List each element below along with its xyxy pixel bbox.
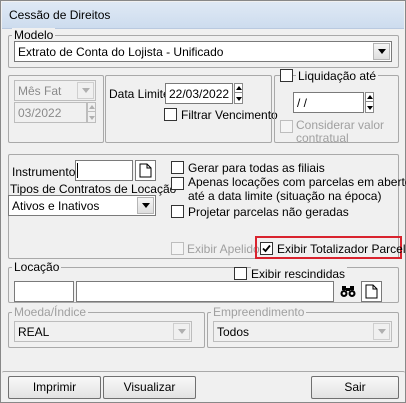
instrumento-label: Instrumento [12, 165, 76, 179]
considerar-valor-checkbox[interactable] [280, 120, 293, 133]
apenas-locacoes-label-1: Apenas locações com parcelas em aberto [188, 175, 406, 189]
dropdown-arrow-icon[interactable] [77, 82, 94, 99]
data-limite-label: Data Limite [109, 87, 170, 101]
imprimir-button[interactable]: Imprimir [8, 376, 101, 399]
periodo-tipo-select[interactable]: Mês Fat [14, 80, 96, 101]
projetar-parcelas-checkbox[interactable] [171, 205, 184, 218]
considerar-valor-label-1: Considerar valor [296, 118, 385, 132]
gerar-filiais-checkbox[interactable] [171, 161, 184, 174]
locacao-codigo-input[interactable] [14, 281, 74, 302]
locacao-nome-input[interactable] [76, 281, 334, 302]
instrumento-input[interactable] [75, 160, 133, 181]
dropdown-arrow-icon[interactable] [373, 43, 390, 60]
new-document-icon [365, 284, 378, 299]
liquidacao-label: Liquidação até [296, 69, 379, 83]
locacao-search-button[interactable] [337, 281, 358, 302]
dropdown-arrow-icon[interactable] [137, 197, 154, 214]
exibir-rescindidas-label: Exibir rescindidas [251, 267, 348, 281]
exibir-apelido-checkbox[interactable] [171, 242, 184, 255]
apenas-locacoes-label-2: até a data limite (situação na época) [188, 189, 382, 203]
empreendimento-select[interactable]: Todos [213, 321, 392, 342]
moeda-select[interactable]: REAL [14, 321, 192, 342]
tipos-contratos-select[interactable]: Ativos e Inativos [8, 195, 156, 216]
exibir-totalizador-checkbox[interactable] [260, 242, 273, 255]
sair-button[interactable]: Sair [311, 376, 399, 399]
gerar-filiais-label: Gerar para todas as filiais [188, 161, 325, 175]
data-limite-spinner[interactable] [234, 83, 243, 104]
dropdown-arrow-icon[interactable] [173, 323, 190, 340]
new-document-icon [139, 163, 152, 178]
dialog-window: Cessão de Direitos Modelo Extrato de Con… [0, 0, 406, 403]
liquidacao-checkbox[interactable] [280, 69, 293, 82]
liquidacao-date-input[interactable]: / / [293, 92, 364, 113]
locacao-new-button[interactable] [361, 281, 382, 302]
periodo-mes-input[interactable]: 03/2022 [14, 102, 87, 123]
exibir-totalizador-label: Exibir Totalizador Parcela [277, 242, 406, 256]
projetar-parcelas-label: Projetar parcelas não geradas [188, 205, 349, 219]
tipos-contratos-label: Tipos de Contratos de Locação [10, 182, 177, 196]
considerar-valor-label-2: contratual [296, 131, 349, 145]
moeda-group-label: Moeda/Índice [12, 305, 89, 319]
locacao-group-label: Locação [12, 260, 62, 274]
periodo-mes-spinner[interactable] [87, 102, 96, 123]
instrumento-new-button[interactable] [135, 160, 156, 181]
liquidacao-date-spinner[interactable] [365, 92, 374, 113]
apenas-locacoes-checkbox[interactable] [171, 177, 184, 190]
filtrar-vencimento-checkbox[interactable] [164, 108, 177, 121]
text-cursor [77, 163, 78, 178]
title-bar: Cessão de Direitos [2, 2, 404, 29]
binoculars-icon [340, 286, 355, 297]
empreendimento-group-label: Empreendimento [211, 305, 307, 319]
filtrar-vencimento-label: Filtrar Vencimento [181, 108, 278, 122]
visualizar-button[interactable]: Visualizar [103, 376, 196, 399]
modelo-select[interactable]: Extrato de Conta do Lojista - Unificado [14, 41, 392, 62]
check-icon [262, 244, 271, 253]
data-limite-input[interactable]: 22/03/2022 [165, 83, 233, 104]
dropdown-arrow-icon[interactable] [373, 323, 390, 340]
exibir-rescindidas-checkbox[interactable] [234, 267, 247, 280]
window-title: Cessão de Direitos [9, 8, 111, 22]
modelo-group-label: Modelo [12, 28, 56, 42]
exibir-apelido-label: Exibir Apelido [187, 242, 260, 256]
